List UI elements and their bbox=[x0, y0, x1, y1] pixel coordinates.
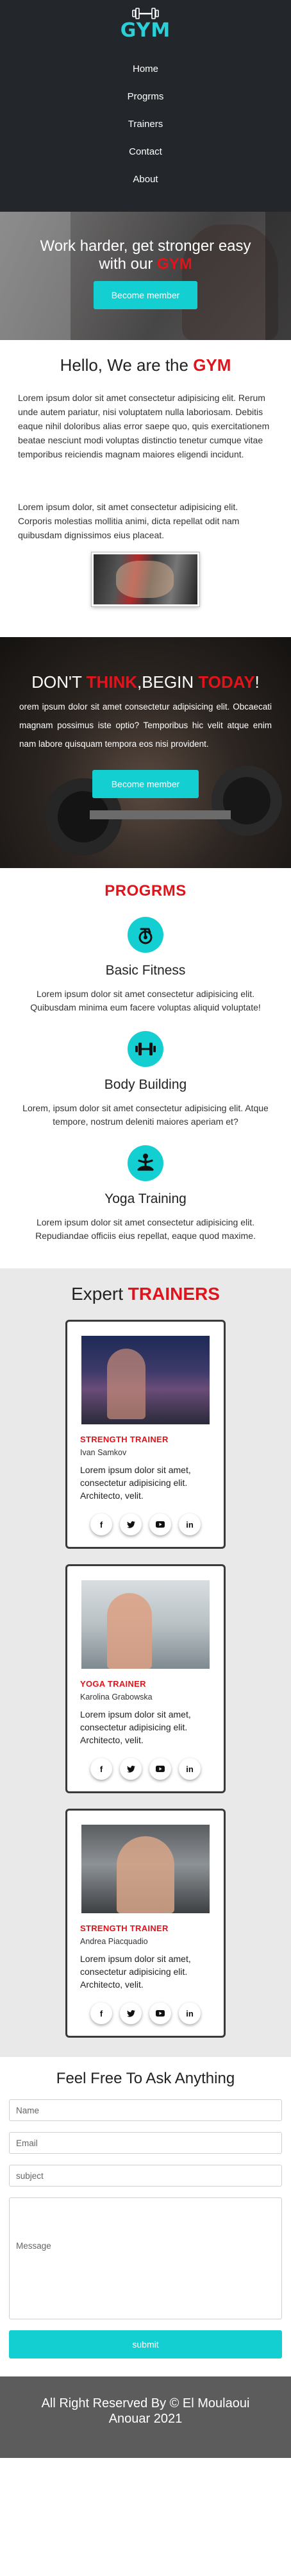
programs-section: PROGRMS Basic Fitness Lorem ipsum dolor … bbox=[0, 868, 291, 1243]
nav-item-home[interactable]: Home bbox=[0, 55, 291, 83]
trainer-description: Lorem ipsum dolor sit amet, consectetur … bbox=[80, 1954, 191, 1990]
youtube-icon[interactable] bbox=[149, 2002, 171, 2024]
about-paragraph-2: Lorem ipsum dolor, sit amet consectetur … bbox=[18, 502, 240, 540]
trainer-description: Lorem ipsum dolor sit amet, consectetur … bbox=[80, 1465, 191, 1501]
trainer-role: STRENGTH TRAINER bbox=[80, 1435, 169, 1444]
yoga-icon bbox=[128, 1145, 163, 1181]
program-description: Lorem ipsum dolor sit amet consectetur a… bbox=[30, 989, 261, 1012]
contact-section: Feel Free To Ask Anything submit bbox=[0, 2057, 291, 2376]
program-description: Lorem ipsum dolor sit amet consectetur a… bbox=[35, 1217, 256, 1241]
program-item: Basic Fitness Lorem ipsum dolor sit amet… bbox=[0, 917, 291, 1014]
logo[interactable]: GYM bbox=[0, 0, 291, 45]
about-paragraph-1: Lorem ipsum dolor sit amet consectetur a… bbox=[18, 393, 270, 459]
trainer-socials: f in bbox=[80, 1514, 211, 1535]
banner-content: DON'T THINK,BEGIN TODAY! orem ipsum dolo… bbox=[0, 672, 291, 798]
trainers-title: Expert TRAINERS bbox=[0, 1284, 291, 1304]
programs-title: PROGRMS bbox=[104, 882, 187, 900]
hero-content: Work harder, get stronger easy with our … bbox=[0, 237, 291, 309]
trainer-description: Lorem ipsum dolor sit amet, consectetur … bbox=[80, 1709, 191, 1745]
facebook-icon[interactable]: f bbox=[90, 1758, 112, 1780]
facebook-icon[interactable]: f bbox=[90, 2002, 112, 2024]
linkedin-icon[interactable]: in bbox=[179, 1758, 201, 1780]
trainers-title-text: Expert bbox=[71, 1284, 128, 1304]
trainer-card: YOGA TRAINER Karolina Grabowska Lorem ip… bbox=[65, 1564, 226, 1793]
dumbbell-logo-icon bbox=[132, 8, 159, 19]
main-menu: Home Progrms Trainers Contact About bbox=[0, 55, 291, 193]
trainer-name: Karolina Grabowska bbox=[80, 1693, 153, 1702]
top-navigation: GYM Home Progrms Trainers Contact About bbox=[0, 0, 291, 212]
about-heading-highlight: GYM bbox=[193, 355, 231, 375]
program-item: Yoga Training Lorem ipsum dolor sit amet… bbox=[0, 1145, 291, 1243]
banner-text: orem ipsum dolor sit amet consectetur ad… bbox=[19, 702, 272, 749]
yoga-icon-graphic bbox=[137, 1154, 154, 1171]
trainer-card: STRENGTH TRAINER Andrea Piacquadio Lorem… bbox=[65, 1809, 226, 2038]
subject-field[interactable] bbox=[9, 2165, 282, 2187]
banner-title-highlight: THINK bbox=[86, 672, 138, 692]
trainer-role: YOGA TRAINER bbox=[80, 1679, 146, 1689]
linkedin-icon[interactable]: in bbox=[179, 2002, 201, 2024]
twitter-icon[interactable] bbox=[120, 1514, 142, 1535]
hero-title-highlight: GYM bbox=[157, 255, 192, 273]
dumbbell-icon bbox=[128, 1031, 163, 1067]
trainer-name: Andrea Piacquadio bbox=[80, 1937, 148, 1946]
name-field[interactable] bbox=[9, 2099, 282, 2121]
program-name: Basic Fitness bbox=[105, 963, 186, 978]
about-heading: Hello, We are the GYM bbox=[18, 355, 273, 375]
hero-become-member-button[interactable]: Become member bbox=[93, 281, 198, 309]
trainers-title-highlight: TRAINERS bbox=[128, 1284, 220, 1304]
banner-become-member-button[interactable]: Become member bbox=[92, 770, 199, 798]
facebook-icon[interactable]: f bbox=[90, 1514, 112, 1535]
linkedin-icon[interactable]: in bbox=[179, 1514, 201, 1535]
nav-item-programs[interactable]: Progrms bbox=[0, 83, 291, 110]
twitter-icon[interactable] bbox=[120, 2002, 142, 2024]
twitter-icon[interactable] bbox=[120, 1758, 142, 1780]
contact-title: Feel Free To Ask Anything bbox=[56, 2070, 235, 2087]
trainer-socials: f in bbox=[80, 2002, 211, 2024]
banner-title: DON'T THINK,BEGIN TODAY! bbox=[19, 672, 272, 692]
logo-text: GYM bbox=[120, 19, 171, 42]
banner-title-part: ,BEGIN bbox=[137, 672, 199, 692]
program-description: Lorem, ipsum dolor sit amet consectetur … bbox=[22, 1103, 269, 1127]
email-field[interactable] bbox=[9, 2132, 282, 2154]
banner-title-highlight: TODAY bbox=[198, 672, 255, 692]
about-heading-text: Hello, We are the bbox=[60, 355, 194, 375]
motivation-banner: DON'T THINK,BEGIN TODAY! orem ipsum dolo… bbox=[0, 637, 291, 868]
dumbbell-icon-graphic bbox=[135, 1043, 156, 1055]
youtube-icon[interactable] bbox=[149, 1758, 171, 1780]
trainer-role: STRENGTH TRAINER bbox=[80, 1923, 169, 1933]
about-image bbox=[92, 552, 199, 606]
hero-title-text: Work harder, get stronger easy with our bbox=[40, 237, 251, 273]
bike-icon-graphic bbox=[138, 928, 153, 944]
footer: All Right Reserved By © El Moulaoui Anou… bbox=[0, 2376, 291, 2458]
program-item: Body Building Lorem, ipsum dolor sit ame… bbox=[0, 1031, 291, 1129]
about-section: Hello, We are the GYM Lorem ipsum dolor … bbox=[0, 340, 291, 606]
trainer-photo bbox=[81, 1825, 210, 1913]
banner-title-part: ! bbox=[254, 672, 260, 692]
youtube-icon[interactable] bbox=[149, 1514, 171, 1535]
trainer-socials: f in bbox=[80, 1758, 211, 1780]
trainer-card: STRENGTH TRAINER Ivan Samkov Lorem ipsum… bbox=[65, 1320, 226, 1549]
hero-title: Work harder, get stronger easy with our … bbox=[38, 237, 253, 273]
trainers-section: Expert TRAINERS STRENGTH TRAINER Ivan Sa… bbox=[0, 1268, 291, 2057]
trainer-photo bbox=[81, 1336, 210, 1424]
nav-item-about[interactable]: About bbox=[0, 166, 291, 193]
submit-button[interactable]: submit bbox=[9, 2330, 282, 2358]
message-field[interactable] bbox=[9, 2197, 282, 2319]
trainer-photo bbox=[81, 1580, 210, 1669]
bike-icon bbox=[128, 917, 163, 953]
nav-item-trainers[interactable]: Trainers bbox=[0, 110, 291, 138]
trainer-name: Ivan Samkov bbox=[80, 1448, 127, 1457]
hero-section: Work harder, get stronger easy with our … bbox=[0, 212, 291, 340]
banner-barbell bbox=[90, 810, 231, 819]
nav-item-contact[interactable]: Contact bbox=[0, 138, 291, 166]
program-name: Body Building bbox=[104, 1077, 187, 1092]
program-name: Yoga Training bbox=[104, 1191, 187, 1206]
footer-copyright: All Right Reserved By © El Moulaoui Anou… bbox=[41, 2396, 250, 2426]
banner-title-part: DON'T bbox=[31, 672, 87, 692]
